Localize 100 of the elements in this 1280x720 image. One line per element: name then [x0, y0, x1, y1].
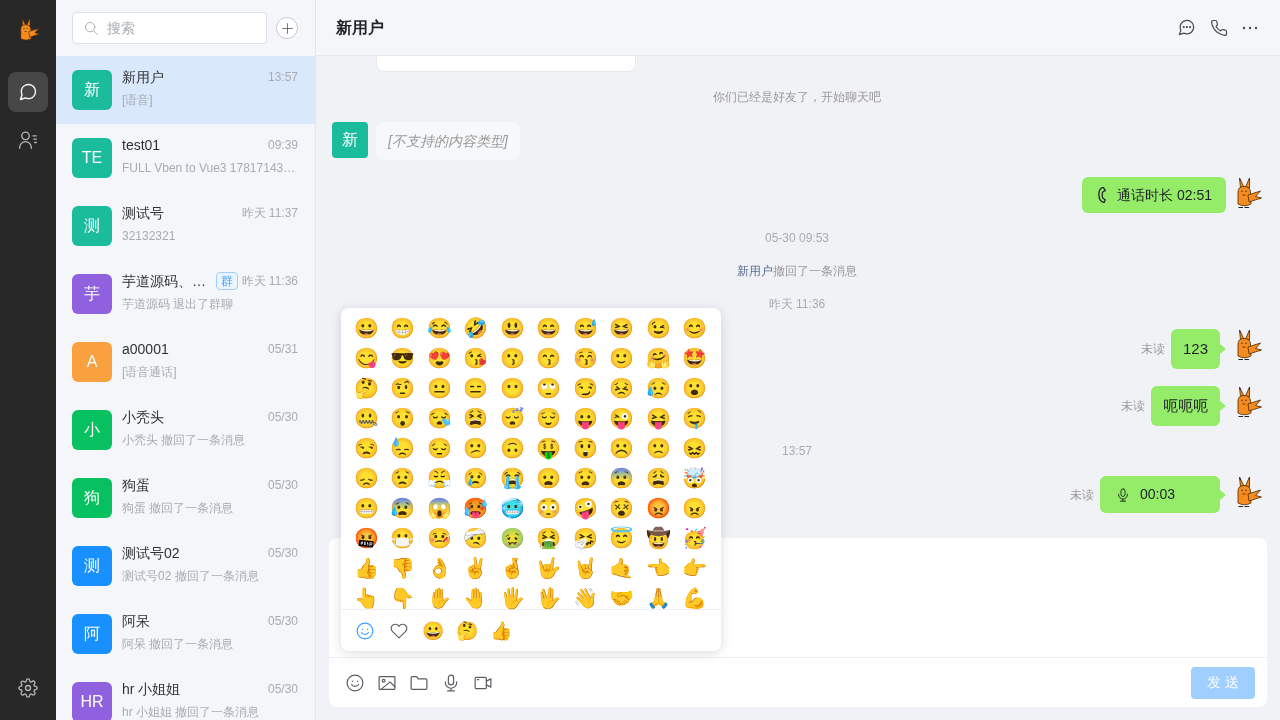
emoji-button[interactable]: 😕 [457, 436, 494, 460]
emoji-button[interactable]: 😆 [603, 316, 640, 340]
emoji-button[interactable]: 👉 [676, 556, 713, 580]
emoji-button[interactable]: 🙃 [494, 436, 531, 460]
emoji-button[interactable]: 🤑 [530, 436, 567, 460]
conversation-item[interactable]: A a00001 05/31 [语音通话] [56, 328, 315, 396]
emoji-button[interactable]: 😝 [640, 406, 677, 430]
conversation-item[interactable]: 测 测试号 昨天 11:37 32132321 [56, 192, 315, 260]
emoji-button[interactable]: 😅 [567, 316, 604, 340]
emoji-button[interactable]: 😳 [530, 496, 567, 520]
emoji-button[interactable]: 🤪 [567, 496, 604, 520]
emoji-button[interactable]: 😡 [640, 496, 677, 520]
emoji-button[interactable]: 👍 [348, 556, 385, 580]
emoji-button[interactable]: 😮 [676, 376, 713, 400]
emoji-button[interactable]: 😣 [603, 376, 640, 400]
emoji-button[interactable]: 🤐 [348, 406, 385, 430]
emoji-button[interactable]: 😗 [494, 346, 531, 370]
emoji-button[interactable]: 💪 [676, 586, 713, 610]
emoji-category-tab[interactable]: 😀 [422, 619, 444, 642]
emoji-button[interactable]: 🤤 [676, 406, 713, 430]
emoji-button[interactable]: ✌ [457, 556, 494, 580]
emoji-button[interactable]: 😟 [384, 466, 421, 490]
emoji-button[interactable]: 😨 [603, 466, 640, 490]
phone-icon[interactable] [1210, 18, 1228, 37]
emoji-button[interactable]: 😜 [603, 406, 640, 430]
emoji-button[interactable]: 👆 [348, 586, 385, 610]
emoji-button[interactable]: 🤒 [421, 526, 458, 550]
emoji-button[interactable]: 😇 [603, 526, 640, 550]
settings-icon[interactable] [18, 678, 38, 698]
emoji-button[interactable]: 😫 [457, 406, 494, 430]
emoji-button[interactable]: 🤯 [676, 466, 713, 490]
emoji-button[interactable]: 😊 [676, 316, 713, 340]
emoji-button[interactable]: 🤢 [494, 526, 531, 550]
emoji-button[interactable]: 😪 [421, 406, 458, 430]
emoji-button[interactable]: 😒 [348, 436, 385, 460]
emoji-button[interactable]: 😍 [421, 346, 458, 370]
emoji-button[interactable]: 🖐 [494, 586, 531, 610]
emoji-button[interactable]: 😎 [384, 346, 421, 370]
emoji-button[interactable]: 👋 [567, 586, 604, 610]
emoji-button[interactable]: 😙 [530, 346, 567, 370]
conversation-item[interactable]: 测 测试号02 05/30 测试号02 撤回了一条消息 [56, 532, 315, 600]
chat-icon[interactable] [1177, 18, 1196, 37]
emoji-button[interactable]: 😂 [421, 316, 458, 340]
emoji-button[interactable]: 👌 [421, 556, 458, 580]
conversation-item[interactable]: 阿 阿呆 05/30 阿呆 撤回了一条消息 [56, 600, 315, 668]
search-field[interactable]: 搜索 [72, 12, 267, 44]
emoji-button[interactable]: 🤕 [457, 526, 494, 550]
emoji-button[interactable]: 😌 [530, 406, 567, 430]
emoji-button[interactable]: 😰 [384, 496, 421, 520]
emoji-button[interactable]: 😧 [567, 466, 604, 490]
emoji-button[interactable]: 😚 [567, 346, 604, 370]
emoji-button[interactable]: 😛 [567, 406, 604, 430]
emoji-button[interactable]: 🤝 [603, 586, 640, 610]
emoji-button[interactable]: 😤 [421, 466, 458, 490]
add-button[interactable] [276, 17, 298, 39]
emoji-button[interactable]: 😶 [494, 376, 531, 400]
emoji-button[interactable]: ✋ [421, 586, 458, 610]
emoji-button[interactable]: 😩 [640, 466, 677, 490]
emoji-button[interactable]: ☹ [603, 436, 640, 460]
conversation-item[interactable]: 芋 芋道源码、… 群 昨天 11:36 芋道源码 退出了群聊 [56, 260, 315, 328]
emoji-button[interactable]: 👈 [640, 556, 677, 580]
emoji-button[interactable]: 😴 [494, 406, 531, 430]
folder-icon[interactable] [410, 673, 428, 692]
emoji-button[interactable]: 🥵 [457, 496, 494, 520]
emoji-button[interactable]: 😱 [421, 496, 458, 520]
emoji-button[interactable]: 🙂 [603, 346, 640, 370]
emoji-button[interactable]: 🤬 [348, 526, 385, 550]
chats-nav-button[interactable] [8, 72, 48, 112]
emoji-button[interactable]: 👎 [384, 556, 421, 580]
emoji-button[interactable]: 😞 [348, 466, 385, 490]
conversation-item[interactable]: TE test01 09:39 FULL Vben to Vue3 17817143… [56, 124, 315, 192]
emoji-button[interactable]: 🥳 [676, 526, 713, 550]
emoji-button[interactable]: 🖖 [530, 586, 567, 610]
emoji-button[interactable]: 😋 [348, 346, 385, 370]
emoji-button[interactable]: 😄 [530, 316, 567, 340]
emoji-button[interactable]: 😵 [603, 496, 640, 520]
emoji-button[interactable]: 🙄 [530, 376, 567, 400]
emoji-button[interactable]: 🤨 [384, 376, 421, 400]
emoji-button[interactable]: 😏 [567, 376, 604, 400]
emoji-button[interactable]: 😉 [640, 316, 677, 340]
emoji-button[interactable]: 🤧 [567, 526, 604, 550]
emoji-button[interactable]: 🤚 [457, 586, 494, 610]
emoji-button[interactable]: 😠 [676, 496, 713, 520]
emoji-button[interactable]: 🤮 [530, 526, 567, 550]
emoji-button[interactable]: 😦 [530, 466, 567, 490]
emoji-button[interactable]: 🤘 [567, 556, 604, 580]
emoji-button[interactable]: 😬 [348, 496, 385, 520]
emoji-button[interactable]: 😖 [676, 436, 713, 460]
conversation-item[interactable]: 小 小秃头 05/30 小秃头 撤回了一条消息 [56, 396, 315, 464]
user-link[interactable]: 新用户 [737, 264, 773, 278]
emoji-category-tab[interactable]: 👍 [490, 619, 512, 642]
emoji-button[interactable]: 🤞 [494, 556, 531, 580]
emoji-button[interactable]: 😷 [384, 526, 421, 550]
emoji-button[interactable]: 🤣 [457, 316, 494, 340]
smiley-icon[interactable] [346, 673, 364, 692]
emoji-button[interactable]: 😥 [640, 376, 677, 400]
emoji-category-tab[interactable]: 🤔 [456, 619, 478, 642]
image-icon[interactable] [378, 673, 396, 692]
emoji-button[interactable]: 🙁 [640, 436, 677, 460]
emoji-button[interactable]: 🤠 [640, 526, 677, 550]
